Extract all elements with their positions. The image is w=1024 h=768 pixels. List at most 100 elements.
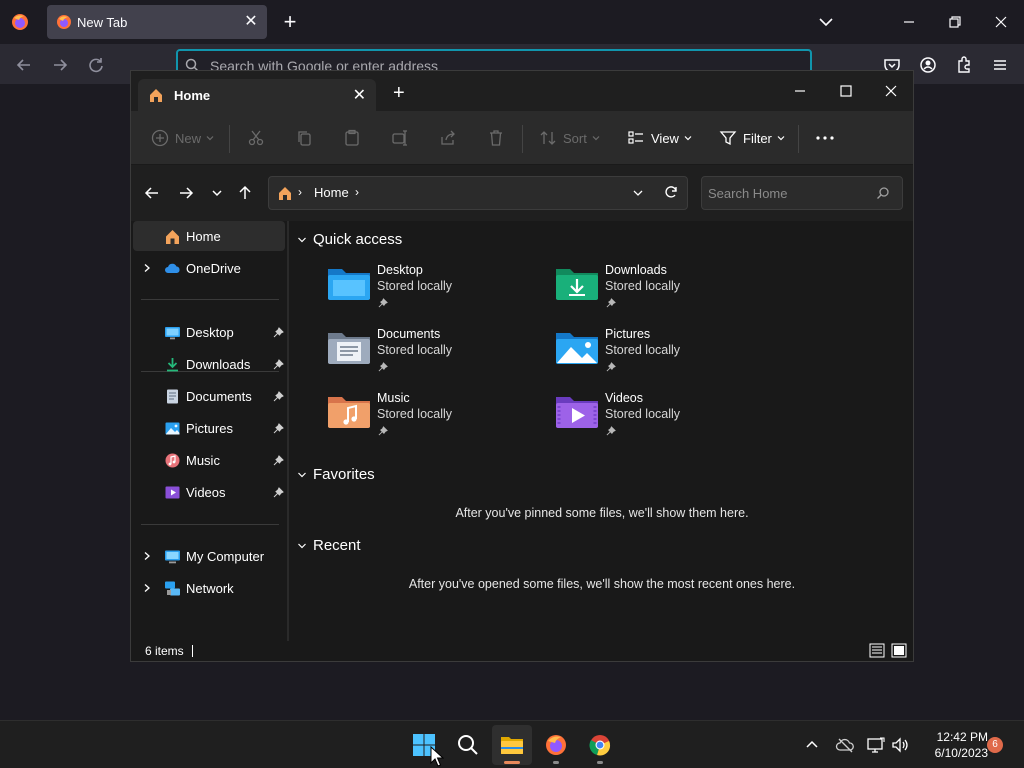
nav-divider bbox=[141, 299, 279, 300]
taskbar-file-explorer[interactable] bbox=[492, 725, 532, 765]
notification-badge[interactable]: 6 bbox=[987, 737, 1003, 753]
onedrive-cloud-icon[interactable] bbox=[835, 735, 855, 755]
taskbar-search-button[interactable] bbox=[448, 725, 488, 765]
nav-item-onedrive[interactable]: OneDrive bbox=[133, 253, 285, 283]
pin-icon[interactable] bbox=[273, 423, 284, 434]
minimize-window-icon[interactable] bbox=[894, 8, 924, 36]
search-input[interactable] bbox=[708, 183, 868, 203]
pin-icon[interactable] bbox=[273, 391, 284, 402]
forward-arrow-icon[interactable] bbox=[176, 183, 196, 203]
details-view-icon[interactable] bbox=[869, 643, 885, 658]
volume-icon[interactable] bbox=[890, 735, 910, 755]
new-button[interactable]: New bbox=[151, 127, 221, 149]
reload-icon[interactable] bbox=[84, 53, 108, 77]
paste-button[interactable] bbox=[343, 127, 367, 149]
nav-item-my-computer[interactable]: My Computer bbox=[133, 541, 285, 571]
browser-tab-new-tab[interactable]: New Tab ✕ bbox=[47, 5, 267, 39]
nav-item-music[interactable]: Music bbox=[133, 445, 285, 475]
pin-icon[interactable] bbox=[273, 455, 284, 466]
refresh-icon[interactable] bbox=[663, 184, 679, 200]
maximize-window-icon[interactable] bbox=[831, 77, 861, 105]
network-icon bbox=[165, 581, 180, 596]
chrome-logo-icon bbox=[589, 735, 611, 756]
show-hidden-icons-chevron-icon[interactable] bbox=[802, 735, 822, 755]
view-button[interactable]: View bbox=[627, 127, 699, 149]
quick-access-tile-desktop[interactable]: Desktop Stored locally bbox=[327, 263, 527, 321]
breadcrumb-chevron-icon[interactable]: › bbox=[355, 185, 359, 199]
quick-access-tile-music[interactable]: Music Stored locally bbox=[327, 391, 527, 449]
nav-item-desktop[interactable]: Desktop bbox=[133, 317, 285, 347]
nav-item-documents[interactable]: Documents bbox=[133, 381, 285, 411]
filter-button[interactable]: Filter bbox=[719, 127, 792, 149]
breadcrumb-chevron-icon[interactable]: › bbox=[298, 185, 302, 199]
chevron-right-icon[interactable] bbox=[142, 263, 152, 273]
firefox-logo-icon[interactable] bbox=[10, 12, 30, 32]
search-icon[interactable] bbox=[876, 186, 890, 200]
nav-item-pictures[interactable]: Pictures bbox=[133, 413, 285, 443]
breadcrumb-home[interactable]: Home bbox=[314, 185, 349, 200]
documents-folder-icon bbox=[328, 333, 370, 364]
app-menu-icon[interactable] bbox=[988, 53, 1012, 77]
quick-access-tile-videos[interactable]: Videos Stored locally bbox=[555, 391, 755, 449]
nav-item-label: Downloads bbox=[186, 357, 251, 372]
desktop-icon bbox=[165, 327, 180, 340]
see-more-button[interactable] bbox=[815, 127, 841, 149]
restore-window-icon[interactable] bbox=[940, 8, 970, 36]
pin-icon[interactable] bbox=[273, 487, 284, 498]
nav-item-home[interactable]: Home bbox=[133, 221, 285, 251]
search-icon bbox=[458, 735, 478, 755]
back-arrow-icon[interactable] bbox=[12, 53, 36, 77]
pin-icon bbox=[378, 426, 388, 436]
trash-icon bbox=[490, 130, 502, 146]
share-button[interactable] bbox=[439, 127, 463, 149]
network-status-icon[interactable] bbox=[866, 735, 886, 755]
quick-access-tile-downloads[interactable]: Downloads Stored locally bbox=[555, 263, 755, 321]
quick-access-tile-documents[interactable]: Documents Stored locally bbox=[327, 327, 527, 385]
chevron-right-icon[interactable] bbox=[142, 583, 152, 593]
delete-button[interactable] bbox=[487, 127, 511, 149]
nav-item-downloads[interactable]: Downloads bbox=[133, 349, 285, 379]
section-quick-access[interactable]: Quick access bbox=[297, 231, 402, 248]
taskbar-firefox[interactable] bbox=[536, 725, 576, 765]
taskbar-clock[interactable]: 12:42 PM 6/10/2023 bbox=[918, 729, 988, 761]
extensions-icon[interactable] bbox=[952, 53, 976, 77]
rename-button[interactable] bbox=[391, 127, 415, 149]
tile-name: Desktop bbox=[377, 263, 423, 277]
close-window-icon[interactable] bbox=[986, 8, 1016, 36]
chevron-right-icon[interactable] bbox=[142, 551, 152, 561]
tiles-view-icon[interactable] bbox=[891, 643, 907, 658]
list-all-tabs-icon[interactable] bbox=[815, 11, 837, 33]
pin-icon[interactable] bbox=[273, 327, 284, 338]
computer-icon bbox=[165, 550, 180, 564]
nav-item-label: My Computer bbox=[186, 549, 265, 564]
home-icon bbox=[166, 230, 179, 244]
nav-item-videos[interactable]: Videos bbox=[133, 477, 285, 507]
nav-item-network[interactable]: Network bbox=[133, 573, 285, 603]
account-icon[interactable] bbox=[916, 53, 940, 77]
section-favorites[interactable]: Favorites bbox=[297, 466, 375, 483]
quick-access-tile-pictures[interactable]: Pictures Stored locally bbox=[555, 327, 755, 385]
copy-button[interactable] bbox=[295, 127, 319, 149]
address-bar[interactable]: › Home › bbox=[268, 176, 688, 210]
address-history-chevron-icon[interactable] bbox=[631, 186, 645, 200]
minimize-window-icon[interactable] bbox=[785, 77, 815, 105]
chevron-down-icon bbox=[206, 136, 214, 141]
browser-tab-title: New Tab bbox=[77, 15, 128, 30]
file-explorer-window: Home ✕ + New Sort View Filter › Home › S… bbox=[130, 70, 914, 662]
forward-arrow-icon[interactable] bbox=[48, 53, 72, 77]
taskbar-chrome[interactable] bbox=[580, 725, 620, 765]
up-arrow-icon[interactable] bbox=[235, 183, 255, 203]
sort-button[interactable]: Sort bbox=[539, 127, 607, 149]
new-tab-button[interactable]: + bbox=[278, 10, 302, 34]
recent-locations-chevron-icon[interactable] bbox=[207, 183, 227, 203]
section-recent[interactable]: Recent bbox=[297, 537, 361, 554]
back-arrow-icon[interactable] bbox=[142, 183, 162, 203]
home-icon bbox=[279, 187, 291, 200]
pin-icon[interactable] bbox=[273, 359, 284, 370]
explorer-tab-home[interactable]: Home ✕ bbox=[138, 79, 376, 111]
close-tab-icon[interactable]: ✕ bbox=[241, 12, 261, 32]
cut-button[interactable] bbox=[247, 127, 271, 149]
new-tab-button[interactable]: + bbox=[393, 83, 405, 103]
close-tab-icon[interactable]: ✕ bbox=[353, 85, 366, 105]
close-window-icon[interactable] bbox=[876, 77, 906, 105]
